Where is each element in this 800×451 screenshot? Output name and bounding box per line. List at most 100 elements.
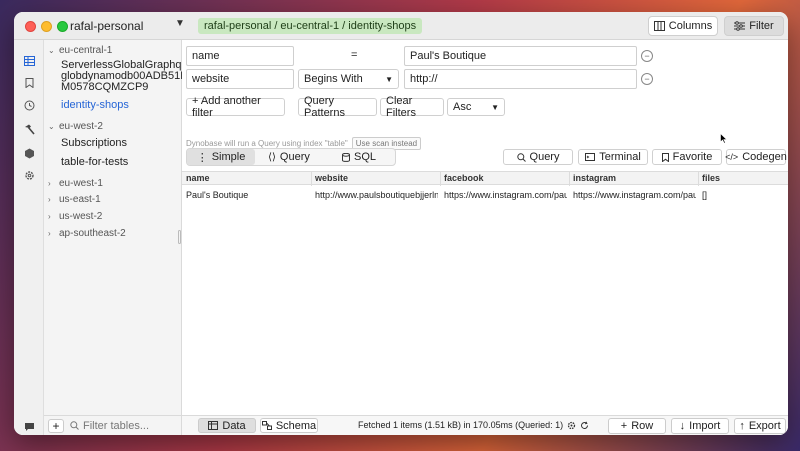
chevron-down-icon[interactable]: ▼ — [175, 18, 185, 29]
table-cell[interactable]: https://www.instagram.com/paulsbou — [573, 190, 696, 200]
column-header-website[interactable]: website — [315, 173, 348, 183]
filter-attribute-website[interactable]: website — [186, 69, 294, 89]
region-ap-southeast-2[interactable]: › ap-southeast-2 — [48, 228, 126, 239]
query-button[interactable]: Query — [503, 149, 573, 165]
terminal-icon — [585, 153, 596, 161]
column-divider[interactable] — [698, 172, 699, 186]
table-item-serverless-line3[interactable]: M0578CQMZCP9 — [61, 82, 148, 93]
filter-operator-select[interactable]: Begins With ▼ — [298, 69, 399, 89]
table-cell[interactable]: [] — [702, 190, 762, 200]
gear-icon[interactable] — [567, 421, 576, 430]
filter-tables-input[interactable]: Filter tables... — [70, 420, 149, 432]
mode-query[interactable]: ⟨⟩ Query — [255, 149, 323, 165]
export-button[interactable]: ↑ Export — [734, 418, 786, 434]
table-item-subscriptions[interactable]: Subscriptions — [61, 138, 127, 149]
column-divider[interactable] — [311, 172, 312, 186]
filter-icon — [734, 21, 746, 31]
filter-value-website[interactable]: http:// — [404, 69, 637, 89]
column-header-instagram[interactable]: instagram — [573, 173, 616, 183]
import-button[interactable]: ↓ Import — [671, 418, 729, 434]
chat-icon[interactable] — [22, 420, 36, 434]
terminal-button[interactable]: Terminal — [578, 149, 648, 165]
codegen-button-label: Codegen — [742, 151, 787, 163]
favorite-button[interactable]: Favorite — [652, 149, 722, 165]
column-header-name[interactable]: name — [186, 173, 210, 183]
clear-filters-button[interactable]: Clear Filters — [380, 95, 444, 119]
add-row-button[interactable]: + Row — [608, 418, 666, 434]
region-eu-west-2-expanded[interactable]: ⌄ eu-west-2 — [48, 121, 103, 132]
region-label: eu-central-1 — [59, 45, 113, 56]
sidebar-footer: + Filter tables... — [44, 415, 182, 435]
arrow-down-icon: ↓ — [679, 420, 686, 432]
close-window-button[interactable] — [25, 21, 36, 32]
columns-label: Columns — [668, 20, 713, 32]
zoom-window-button[interactable] — [57, 21, 68, 32]
bookmark-icon[interactable] — [22, 76, 36, 90]
region-us-west-2[interactable]: › us-west-2 — [48, 211, 102, 222]
column-header-facebook[interactable]: facebook — [444, 173, 484, 183]
table-cell[interactable]: https://www.instagram.com/paulsbou — [444, 190, 567, 200]
add-row-label: Row — [631, 420, 654, 432]
hammer-icon[interactable] — [22, 122, 36, 136]
chevron-down-icon: ⌄ — [48, 46, 55, 55]
filter-button[interactable]: Filter — [724, 16, 784, 36]
region-label: eu-west-2 — [59, 121, 103, 132]
filter-tables-placeholder: Filter tables... — [83, 419, 150, 432]
filter-value-name[interactable]: Paul's Boutique — [404, 46, 637, 66]
region-us-east-1[interactable]: › us-east-1 — [48, 194, 101, 205]
gear-icon[interactable] — [22, 168, 36, 182]
tab-data[interactable]: Data — [198, 418, 256, 433]
region-eu-west-1[interactable]: › eu-west-1 — [48, 178, 103, 189]
columns-button[interactable]: Columns — [648, 16, 718, 36]
status-text: Fetched 1 items (1.51 kB) in 170.05ms (Q… — [358, 420, 589, 430]
tab-data-label: Data — [222, 419, 246, 432]
sidebar-scrollbar[interactable] — [178, 230, 181, 244]
table-item-table-for-tests[interactable]: table-for-tests — [61, 157, 128, 168]
table-item-identity-shops[interactable]: identity-shops — [61, 100, 129, 111]
filter-label: Filter — [749, 20, 774, 32]
add-table-button[interactable]: + — [48, 418, 64, 433]
region-label: us-east-1 — [59, 194, 101, 205]
codegen-button[interactable]: </> Codegen — [725, 149, 787, 165]
main-panel: name = Paul's Boutique − website Begins … — [182, 40, 788, 435]
favorite-button-label: Favorite — [672, 151, 713, 163]
package-icon[interactable] — [22, 146, 36, 160]
chevron-down-icon: ⌄ — [48, 122, 55, 131]
sort-order-value: Asc — [453, 101, 472, 113]
region-eu-central-1[interactable]: ⌄ eu-central-1 — [48, 45, 112, 56]
table-cell[interactable]: http://www.paulsboutiquebjjerlnnnin — [315, 190, 438, 200]
tab-schema[interactable]: Schema — [260, 418, 318, 433]
table-cell[interactable]: Paul's Boutique — [186, 190, 308, 200]
chevron-right-icon: › — [48, 229, 51, 238]
column-header-files[interactable]: files — [702, 173, 720, 183]
column-divider[interactable] — [569, 172, 570, 186]
tables-icon[interactable] — [22, 54, 36, 68]
column-divider[interactable] — [440, 172, 441, 186]
filter-operator-equals[interactable]: = — [351, 49, 357, 61]
table-sidebar: ⌄ eu-central-1 ServerlessGlobalGraphqlAp… — [44, 40, 203, 435]
export-label: Export — [748, 420, 781, 432]
sort-order-select[interactable]: Asc ▼ — [447, 98, 505, 116]
terminal-button-label: Terminal — [599, 151, 641, 163]
query-patterns-button[interactable]: Query Patterns — [298, 95, 377, 119]
filter-attribute-name[interactable]: name — [186, 46, 294, 66]
mouse-cursor-icon — [720, 133, 730, 145]
mode-sql-label: SQL — [353, 151, 376, 163]
mode-sql[interactable]: SQL — [323, 149, 395, 165]
database-selector[interactable]: rafal-personal — [70, 19, 143, 33]
refresh-icon[interactable] — [580, 421, 589, 430]
query-hint-text: Dynobase will run a Query using index "t… — [186, 139, 348, 148]
history-icon[interactable] — [22, 98, 36, 112]
minimize-window-button[interactable] — [41, 21, 52, 32]
plus-icon: + — [620, 420, 628, 432]
search-icon — [516, 152, 526, 162]
bottom-bar: Data Schema Fetched 1 items (1.51 kB) in… — [182, 415, 788, 435]
mode-simple[interactable]: ⋮ Simple — [187, 149, 255, 165]
query-button-label: Query — [529, 151, 560, 163]
add-filter-button[interactable]: + Add another filter — [186, 95, 285, 119]
remove-filter-icon[interactable]: − — [641, 73, 653, 85]
import-label: Import — [689, 420, 721, 432]
chevron-down-icon: ▼ — [491, 102, 499, 112]
remove-filter-icon[interactable]: − — [641, 50, 653, 62]
icon-rail — [14, 40, 44, 435]
